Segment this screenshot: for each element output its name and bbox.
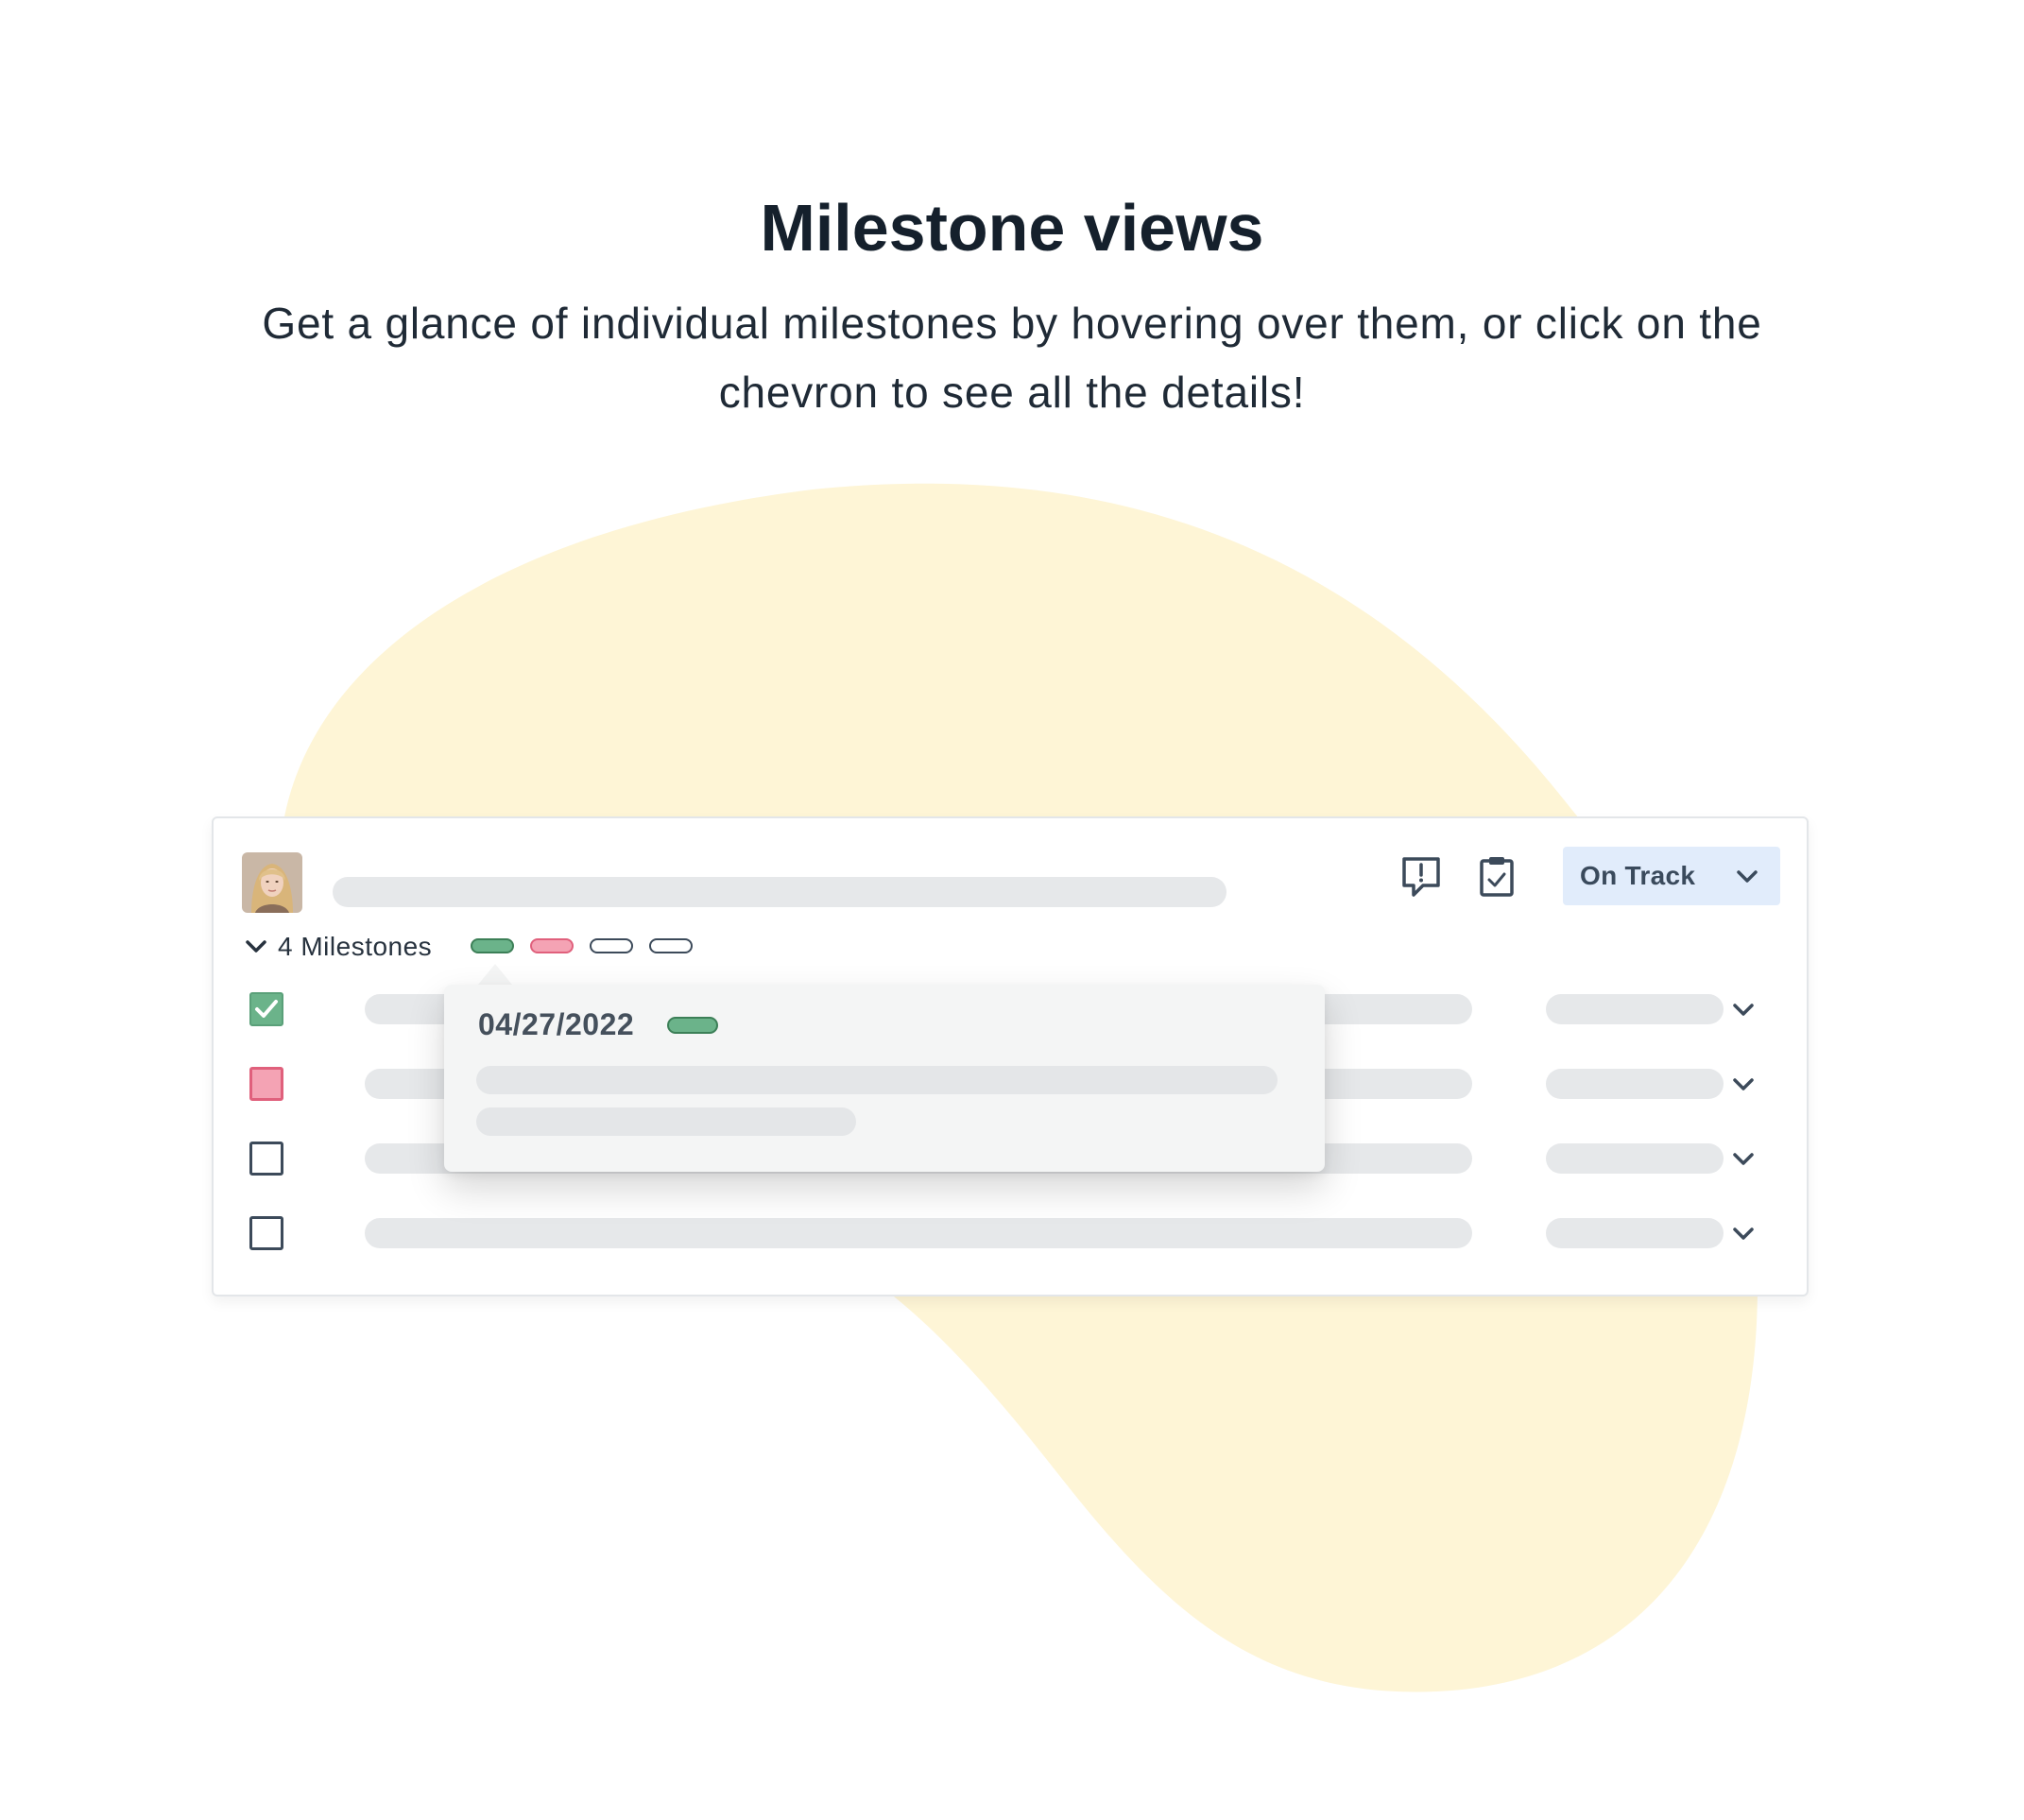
milestones-toggle[interactable]: 4 Milestones [244, 932, 432, 962]
chevron-down-icon[interactable] [1729, 1145, 1758, 1174]
milestone-pill-pending[interactable] [590, 938, 633, 953]
milestone-date-placeholder [1546, 1069, 1724, 1099]
chevron-down-icon [1737, 870, 1758, 883]
clipboard-check-icon[interactable] [1474, 854, 1519, 900]
milestone-pill-overdue[interactable] [530, 938, 574, 953]
chevron-down-icon[interactable] [1729, 996, 1758, 1024]
milestone-checkbox[interactable] [249, 1216, 283, 1250]
checkmark-icon [255, 1000, 278, 1018]
milestone-checkbox[interactable] [249, 1142, 283, 1176]
milestones-count: 4 Milestones [278, 932, 433, 961]
tooltip-status-pill [667, 1017, 718, 1034]
milestone-date-placeholder [1546, 1218, 1724, 1248]
milestone-checkbox-overdue[interactable] [249, 1067, 283, 1101]
chevron-down-icon[interactable] [1729, 1220, 1758, 1248]
status-dropdown[interactable]: On Track [1563, 847, 1780, 905]
tooltip-date: 04/27/2022 [478, 1007, 635, 1041]
milestone-title-placeholder [365, 1218, 1472, 1248]
tooltip-line-placeholder [476, 1107, 856, 1136]
comment-alert-icon[interactable] [1398, 854, 1444, 900]
chevron-down-icon[interactable] [1729, 1071, 1758, 1099]
milestone-date-placeholder [1546, 994, 1724, 1024]
status-label: On Track [1580, 861, 1696, 890]
tooltip-arrow [478, 964, 512, 985]
milestone-pill-pending[interactable] [649, 938, 693, 953]
milestone-checkbox-checked[interactable] [249, 992, 283, 1026]
chevron-down-icon [246, 940, 266, 953]
milestone-tooltip: 04/27/2022 [444, 985, 1325, 1172]
milestone-date-placeholder [1546, 1143, 1724, 1174]
avatar [242, 852, 302, 913]
tooltip-line-placeholder [476, 1066, 1278, 1094]
milestone-pill-complete[interactable] [471, 938, 514, 953]
project-title-placeholder [333, 877, 1226, 907]
page-subtitle: Get a glance of individual milestones by… [262, 299, 1762, 417]
page-title: Milestone views [760, 191, 1264, 265]
